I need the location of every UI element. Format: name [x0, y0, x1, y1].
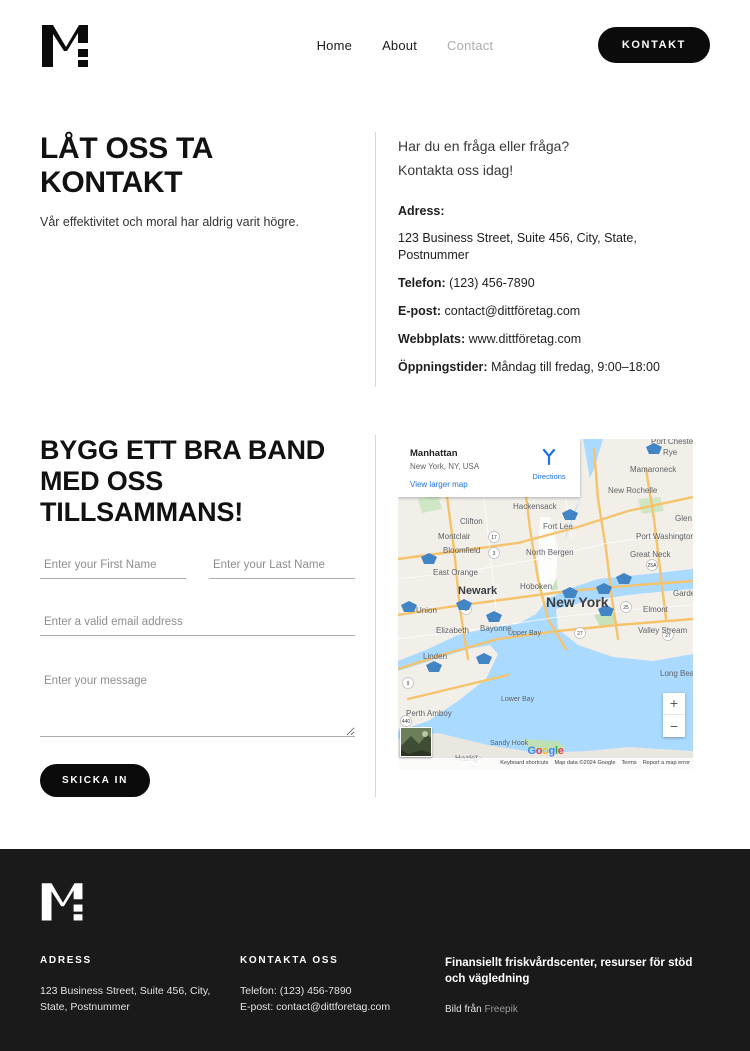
nav-link-about[interactable]: About [382, 38, 417, 53]
map-info-card: Manhattan New York, NY, USA View larger … [398, 438, 580, 498]
terms-link[interactable]: Terms [622, 760, 637, 766]
svg-text:25A: 25A [648, 563, 658, 569]
footer-address-column: ADRESS 123 Business Street, Suite 456, C… [40, 955, 240, 1016]
contact-form: SKICKA IN [40, 554, 355, 797]
map-zoom-in-button[interactable]: + [663, 693, 685, 715]
info-row-phone: Telefon: (123) 456-7890 [398, 275, 710, 292]
credit-source-link[interactable]: Freepik [484, 1004, 517, 1015]
view-larger-map-link[interactable]: View larger map [410, 480, 570, 489]
street-view-image [401, 727, 431, 756]
contact-details: Har du en fråga eller fråga? Kontakta os… [376, 132, 710, 387]
last-name-field [209, 554, 355, 579]
contact-intro-section: LÅT OSS TA KONTAKT Vår effektivitet och … [0, 90, 750, 387]
main-nav: Home About Contact [212, 38, 598, 53]
form-column: BYGG ETT BRA BAND MED OSS TILLSAMMANS! S… [40, 435, 375, 797]
footer-columns: ADRESS 123 Business Street, Suite 456, C… [40, 955, 710, 1016]
info-row-hours: Öppningstider: Måndag till fredag, 9:00–… [398, 359, 710, 376]
footer-address-line-2: State, Postnummer [40, 1000, 130, 1013]
contact-form-section: BYGG ETT BRA BAND MED OSS TILLSAMMANS! S… [0, 387, 750, 797]
google-watermark: Google [527, 744, 564, 757]
svg-text:27: 27 [577, 631, 583, 637]
header-kontakt-button[interactable]: KONTAKT [597, 27, 710, 63]
site-header: Home About Contact KONTAKT [0, 0, 750, 90]
logo-mark-icon [42, 25, 88, 67]
message-textarea[interactable] [40, 668, 355, 737]
nav-link-contact[interactable]: Contact [447, 38, 493, 53]
credit-prefix: Bild från [445, 1004, 485, 1015]
first-name-input[interactable] [40, 554, 186, 579]
keyboard-shortcuts-link[interactable]: Keyboard shortcuts [500, 760, 548, 766]
svg-text:17: 17 [491, 535, 497, 541]
email-value[interactable]: contact@dittföretag.com [445, 304, 581, 318]
hours-value: Måndag till fredag, 9:00–18:00 [491, 359, 660, 374]
map-directions-button[interactable]: Directions [526, 448, 572, 481]
info-row-address-label: Adress: [398, 203, 710, 220]
map-data-text: Map data ©2024 Google [554, 760, 616, 767]
contact-info-list: Adress: 123 Business Street, Suite 456, … [398, 203, 710, 376]
report-error-link[interactable]: Report a map error [643, 760, 690, 766]
phone-label: Telefon: [398, 276, 446, 291]
email-label: E-post: [398, 304, 442, 319]
google-map-embed[interactable]: 17 3 9 27 25 25A 9 440 36 27 [398, 438, 693, 769]
svg-text:3: 3 [493, 551, 496, 557]
map-attribution-bar: Keyboard shortcuts Map data ©2024 Google… [398, 757, 693, 769]
email-input[interactable] [40, 611, 355, 636]
map-zoom-out-button[interactable]: − [663, 715, 685, 737]
svg-text:27: 27 [665, 633, 671, 639]
nav-link-home[interactable]: Home [317, 38, 352, 53]
page-subtitle: Vår effektivitet och moral har aldrig va… [40, 215, 299, 230]
site-footer: ADRESS 123 Business Street, Suite 456, C… [0, 848, 750, 1051]
footer-address-title: ADRESS [40, 954, 92, 966]
page-title: LÅT OSS TA KONTAKT [40, 132, 212, 199]
info-row-website: Webbplats: www.dittföretag.com [398, 331, 710, 348]
address-label: Adress: [398, 203, 445, 218]
info-row-email: E-post: contact@dittföretag.com [398, 303, 710, 320]
footer-contact-column: KONTAKTA OSS Telefon: (123) 456-7890 E-p… [240, 955, 445, 1016]
website-value[interactable]: www.dittföretag.com [469, 332, 582, 346]
footer-tagline-column: Finansiellt friskvårdscenter, resurser f… [445, 955, 710, 1016]
footer-phone-line: Telefon: (123) 456-7890 [240, 984, 352, 997]
submit-button[interactable]: SKICKA IN [40, 763, 151, 797]
first-name-field [40, 554, 186, 579]
last-name-input[interactable] [209, 554, 355, 579]
directions-label: Directions [532, 471, 566, 481]
footer-email-line[interactable]: E-post: contact@dittforetag.com [240, 999, 445, 1015]
svg-text:440: 440 [402, 719, 411, 725]
form-heading: BYGG ETT BRA BAND MED OSS TILLSAMMANS! [40, 434, 326, 528]
footer-tagline: Finansiellt friskvårdscenter, resurser f… [445, 956, 693, 986]
phone-value: (123) 456-7890 [449, 276, 535, 291]
street-view-thumbnail[interactable] [400, 726, 432, 757]
map-column: 17 3 9 27 25 25A 9 440 36 27 [376, 435, 710, 797]
hours-label: Öppningstider: [398, 359, 488, 374]
footer-logo-icon[interactable] [40, 879, 86, 923]
message-field [40, 668, 355, 742]
contact-lead-line-1: Har du en fråga eller fråga? [398, 138, 570, 154]
svg-text:25: 25 [623, 605, 629, 611]
email-field [40, 611, 355, 636]
footer-logo-mark-icon [41, 882, 83, 921]
info-row-address-value: 123 Business Street, Suite 456, City, St… [398, 231, 637, 263]
brand-logo-icon[interactable] [40, 21, 92, 69]
map-zoom-controls: + − [663, 692, 685, 737]
footer-address-line-1: 123 Business Street, Suite 456, City, [40, 984, 211, 997]
svg-text:9: 9 [407, 681, 410, 687]
directions-icon [542, 448, 556, 465]
contact-intro-left: LÅT OSS TA KONTAKT Vår effektivitet och … [40, 132, 375, 387]
contact-lead-line-2: Kontakta oss idag! [398, 162, 514, 179]
footer-contact-title: KONTAKTA OSS [240, 954, 339, 966]
name-row [40, 554, 355, 579]
website-label: Webbplats: [398, 331, 466, 346]
footer-image-credit: Bild från Freepik [445, 1004, 710, 1015]
